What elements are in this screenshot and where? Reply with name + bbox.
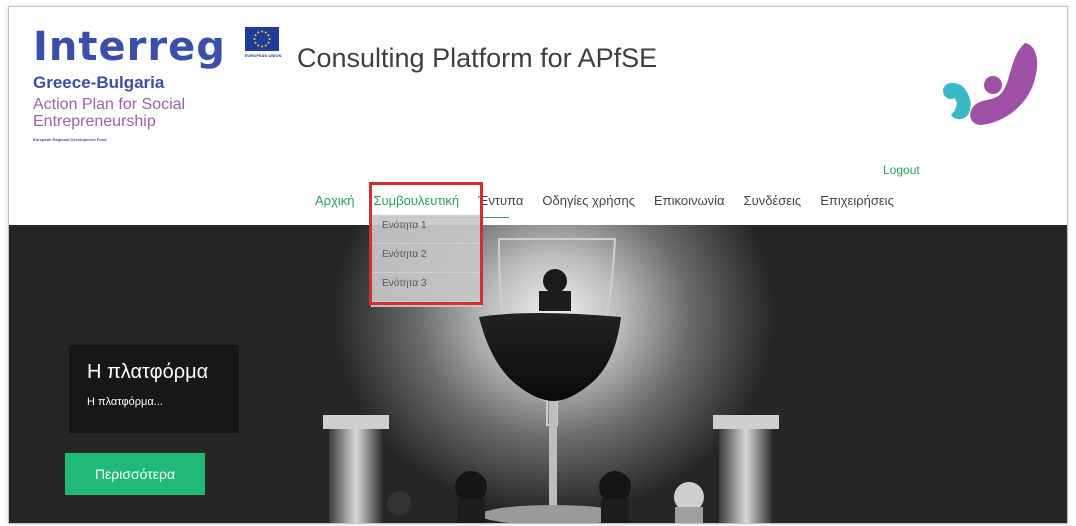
more-button[interactable]: Περισσότερα [65, 453, 205, 495]
slide-caption-subtitle: Η πλατφόρμα... [87, 396, 163, 408]
logout-link[interactable]: Logout [883, 163, 920, 177]
slide-caption-title: Η πλατφόρμα [87, 361, 209, 383]
plan-name-line2: Entrepreneurship [33, 113, 156, 130]
site-title: Consulting Platform for APfSE [297, 43, 658, 73]
dropdown-item-section-3[interactable]: Ενότητα 3 [372, 273, 480, 302]
consulting-dropdown: Ενότητα 1 Ενότητα 2 Ενότητα 3 [371, 215, 481, 307]
interreg-logo[interactable]: Interreg EUROPEAN UNION Greece-Bulgaria … [33, 23, 281, 142]
nav-item-consulting[interactable]: Συμβουλευτική [374, 193, 460, 213]
nav-item-forms[interactable]: Έντυπα [478, 193, 523, 213]
slide-caption: Η πλατφόρμα Η πλατφόρμα... [69, 345, 239, 433]
plan-name-line1: Action Plan for Social [33, 96, 186, 113]
dropdown-item-section-1[interactable]: Ενότητα 1 [372, 215, 480, 244]
eu-flag-icon [245, 27, 279, 51]
nav-item-user-guide[interactable]: Οδηγίες χρήσης [542, 193, 635, 213]
main-nav: Αρχική Συμβουλευτική Έντυπα Οδηγίες χρήσ… [315, 193, 913, 213]
nav-item-businesses[interactable]: Επιχειρήσεις [820, 193, 894, 213]
hero-slider[interactable]: Η πλατφόρμα Η πλατφόρμα... Περισσότερα [9, 225, 1067, 523]
dropdown-item-section-2[interactable]: Ενότητα 2 [372, 244, 480, 273]
fund-caption: European Regional Development Fund [33, 137, 107, 142]
browser-frame: Interreg EUROPEAN UNION Greece-Bulgaria … [8, 6, 1068, 524]
nav-item-links[interactable]: Συνδέσεις [744, 193, 802, 213]
brand-logo-icon[interactable] [937, 37, 1041, 131]
program-name: Greece-Bulgaria [33, 73, 165, 92]
eu-caption: EUROPEAN UNION [244, 53, 282, 58]
nav-item-home[interactable]: Αρχική [315, 193, 355, 213]
nav-item-contact[interactable]: Επικοινωνία [654, 193, 725, 213]
interreg-wordmark: Interreg [33, 24, 226, 70]
